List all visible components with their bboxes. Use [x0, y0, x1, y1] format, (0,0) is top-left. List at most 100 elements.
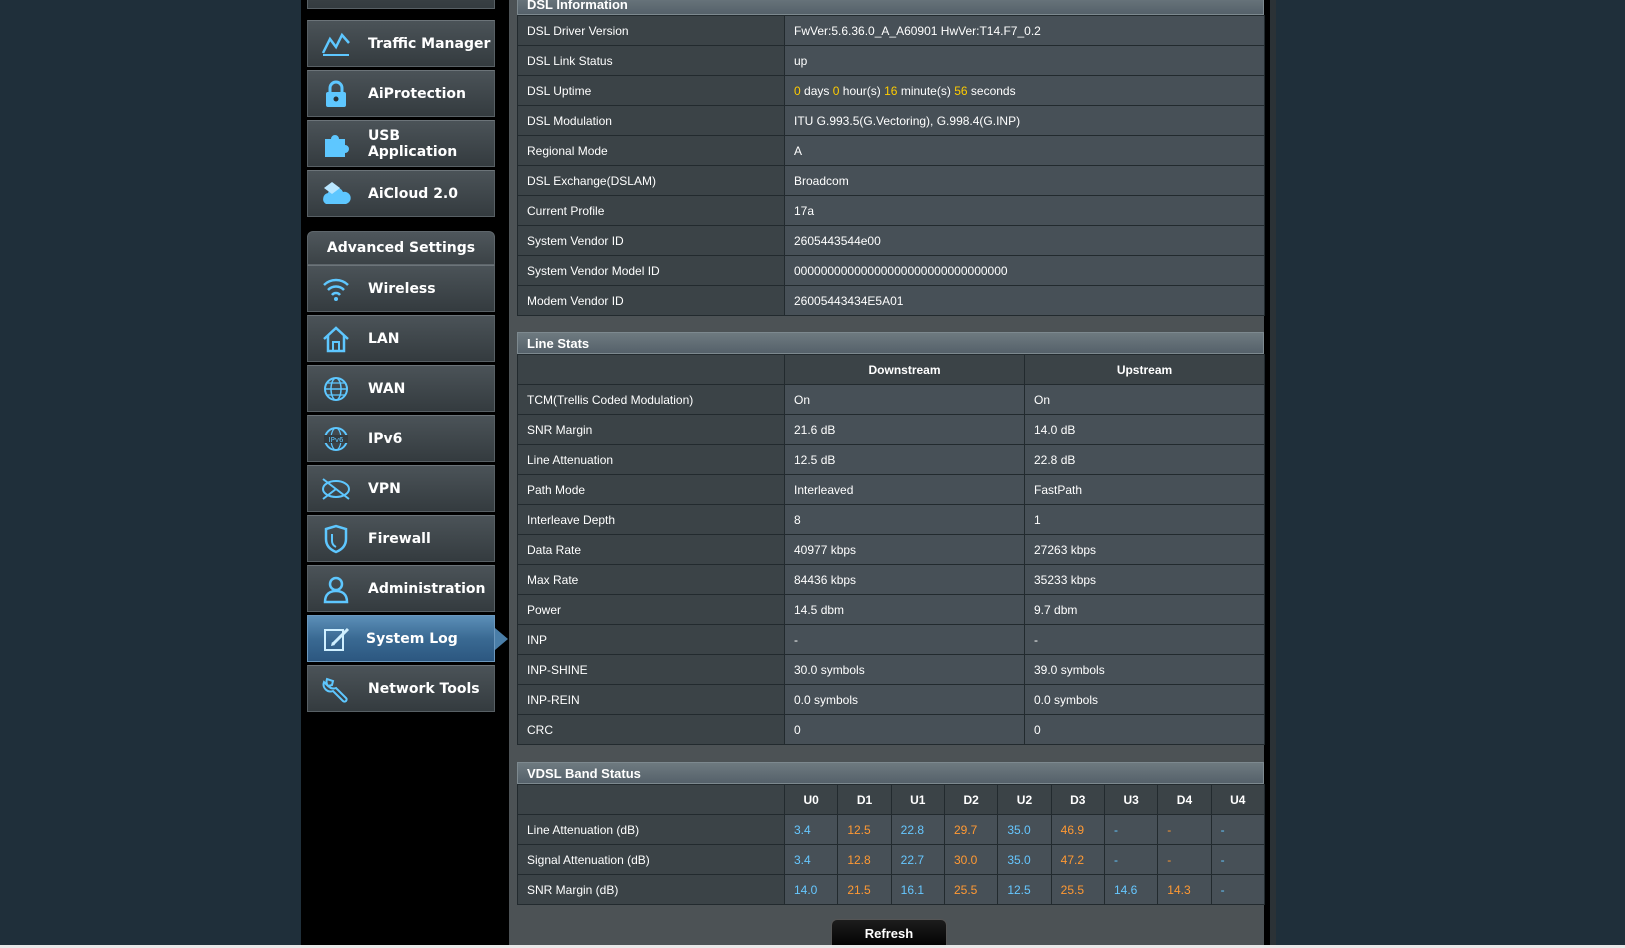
- band-header-u4: U4: [1210, 784, 1265, 815]
- sidebar-item-lan[interactable]: LAN: [307, 315, 495, 362]
- table-row: Power 14.5 dbm 9.7 dbm: [517, 594, 1265, 625]
- row-label: DSL Uptime: [517, 75, 785, 106]
- row-label: SNR Margin (dB): [517, 874, 785, 905]
- downstream-value: On: [784, 384, 1025, 415]
- ipv6-globe-icon: IPv6: [318, 421, 354, 457]
- sidebar-item-vpn[interactable]: VPN: [307, 465, 495, 512]
- sidebar-item-label: Administration: [368, 580, 486, 597]
- table-row: SNR Margin 21.6 dB 14.0 dB: [517, 414, 1265, 445]
- user-icon: [318, 571, 354, 607]
- sidebar-item-wireless[interactable]: Wireless: [307, 265, 495, 312]
- upstream-value: 27263 kbps: [1024, 534, 1265, 565]
- downstream-value: 21.6 dB: [784, 414, 1025, 445]
- sidebar-item-aicloud-2-0[interactable]: AiCloud 2.0: [307, 170, 495, 217]
- band-header-u2: U2: [997, 784, 1052, 815]
- refresh-button[interactable]: Refresh: [831, 919, 947, 948]
- sidebar-item-label: AiProtection: [368, 85, 466, 102]
- sidebar-item-ipv6[interactable]: IPv6 IPv6: [307, 415, 495, 462]
- row-label: INP: [517, 624, 785, 655]
- downstream-header: Downstream: [784, 354, 1025, 385]
- upstream-value: 14.0 dB: [1024, 414, 1265, 445]
- puzzle-icon: [318, 126, 354, 162]
- upstream-value: FastPath: [1024, 474, 1265, 505]
- band-header-d4: D4: [1157, 784, 1212, 815]
- row-label: DSL Modulation: [517, 105, 785, 136]
- sidebar-item-label: Firewall: [368, 530, 431, 547]
- row-label: DSL Driver Version: [517, 15, 785, 46]
- sidebar-item-traffic-manager[interactable]: Traffic Manager: [307, 20, 495, 67]
- dsl-information-panel: DSL Information DSL Driver Version FwVer:…: [517, 0, 1265, 316]
- sidebar-item-usb-application[interactable]: USB Application: [307, 120, 495, 167]
- table-row: DSL Driver Version FwVer:5.6.36.0_A_A6090…: [517, 15, 1265, 46]
- row-label: SNR Margin: [517, 414, 785, 445]
- band-header-d2: D2: [943, 784, 999, 815]
- downstream-value: 12.5 dB: [784, 444, 1025, 475]
- band-value-u1: 22.8: [890, 814, 945, 845]
- row-label: Current Profile: [517, 195, 785, 226]
- vdsl-blank-header: [517, 784, 785, 815]
- table-row: INP - -: [517, 624, 1265, 655]
- table-row: DSL Exchange(DSLAM) Broadcom: [517, 165, 1265, 196]
- sidebar-item-firewall[interactable]: Firewall: [307, 515, 495, 562]
- sidebar-item-system-log[interactable]: System Log: [307, 615, 508, 662]
- table-row: SNR Margin (dB) 14.0 21.5 16.1 25.5 12.5 25.5 1…: [517, 874, 1265, 905]
- band-value-d3: 47.2: [1050, 844, 1105, 875]
- vpn-icon: [318, 471, 354, 507]
- row-value: FwVer:5.6.36.0_A_A60901 HwVer:T14.F7_0.2: [784, 15, 1265, 46]
- frame-border: [1270, 0, 1276, 948]
- sidebar-item-label: Wireless: [368, 280, 436, 297]
- sidebar-item-wan[interactable]: WAN: [307, 365, 495, 412]
- uptime-days-label: days: [804, 83, 830, 98]
- row-label: Data Rate: [517, 534, 785, 565]
- band-value-u2: 35.0: [997, 844, 1052, 875]
- band-value-d3: 25.5: [1050, 874, 1105, 905]
- band-value-d1: 12.8: [837, 844, 892, 875]
- table-row: Interleave Depth 8 1: [517, 504, 1265, 535]
- upstream-value: 0.0 symbols: [1024, 684, 1265, 715]
- downstream-value: 14.5 dbm: [784, 594, 1025, 625]
- sidebar-item-top-cutoff[interactable]: [307, 0, 495, 9]
- row-label: Line Attenuation (dB): [517, 814, 785, 845]
- uptime-hours: 0: [832, 83, 840, 98]
- sidebar-item-label: VPN: [368, 480, 401, 497]
- uptime-hours-label: hour(s): [842, 83, 881, 98]
- upstream-value: 35233 kbps: [1024, 564, 1265, 595]
- table-row: INP-SHINE 30.0 symbols 39.0 symbols: [517, 654, 1265, 685]
- table-row: Line Attenuation 12.5 dB 22.8 dB: [517, 444, 1265, 475]
- sidebar-item-network-tools[interactable]: Network Tools: [307, 665, 495, 712]
- downstream-value: 40977 kbps: [784, 534, 1025, 565]
- uptime-seconds: 56: [954, 83, 968, 98]
- menu-icon: [318, 0, 354, 1]
- dsl-uptime-value: 0 days 0 hour(s) 16 minute(s) 56 seconds: [784, 75, 1265, 106]
- uptime-seconds-label: seconds: [970, 83, 1016, 98]
- row-label: Regional Mode: [517, 135, 785, 166]
- row-label: DSL Link Status: [517, 45, 785, 76]
- band-header-u0: U0: [783, 784, 839, 815]
- row-label: CRC: [517, 714, 785, 745]
- sidebar-item-administration[interactable]: Administration: [307, 565, 495, 612]
- band-value-d4: -: [1157, 844, 1212, 875]
- svg-text:IPv6: IPv6: [329, 436, 344, 444]
- row-label: TCM(Trellis Coded Modulation): [517, 384, 785, 415]
- sidebar-item-label: AiCloud 2.0: [368, 185, 458, 202]
- dsl-information-title: DSL Information: [517, 0, 1264, 15]
- row-label: Power: [517, 594, 785, 625]
- table-row: TCM(Trellis Coded Modulation) On On: [517, 384, 1265, 415]
- home-icon: [318, 321, 354, 357]
- downstream-value: Interleaved: [784, 474, 1025, 505]
- sidebar-item-aiprotection[interactable]: AiProtection: [307, 70, 495, 117]
- downstream-value: 30.0 symbols: [784, 654, 1025, 685]
- row-label: Path Mode: [517, 474, 785, 505]
- band-value-u4: -: [1210, 874, 1265, 905]
- row-value: Broadcom: [784, 165, 1265, 196]
- table-row: INP-REIN 0.0 symbols 0.0 symbols: [517, 684, 1265, 715]
- upstream-value: 39.0 symbols: [1024, 654, 1265, 685]
- line-stats-panel: Line Stats Downstream Upstream TCM(Trell…: [517, 332, 1265, 745]
- row-label: Signal Attenuation (dB): [517, 844, 785, 875]
- shield-icon: [318, 521, 354, 557]
- table-row: DSL Link Status up: [517, 45, 1265, 76]
- row-label: System Vendor ID: [517, 225, 785, 256]
- band-header-u3: U3: [1103, 784, 1159, 815]
- sidebar-item-label: IPv6: [368, 430, 403, 447]
- active-indicator-arrow: [495, 628, 508, 650]
